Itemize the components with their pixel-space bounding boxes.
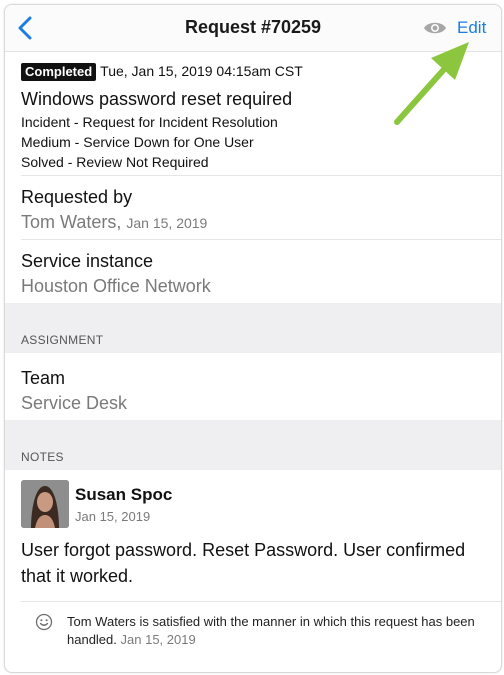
request-title: Windows password reset required: [21, 89, 293, 109]
request-detail-panel: Request #70259 Edit Completed Tue, Jan 15…: [4, 4, 502, 673]
status-line: Completed Tue, Jan 15, 2019 04:15am CST: [21, 63, 501, 83]
assignment-section-header: ASSIGNMENT: [5, 303, 501, 353]
team-label: Team: [21, 368, 66, 388]
notes-section-header: NOTES: [5, 420, 501, 470]
requested-by-label: Requested by: [21, 187, 133, 207]
divider: [21, 601, 501, 602]
requested-by-value[interactable]: Tom Waters, Jan 15, 2019: [21, 212, 207, 233]
nav-bar: Request #70259 Edit: [5, 5, 501, 52]
smiley-icon: [35, 613, 53, 631]
avatar: [21, 480, 69, 528]
edit-button[interactable]: Edit: [457, 18, 486, 38]
divider: [21, 175, 501, 176]
team-value[interactable]: Service Desk: [21, 393, 127, 414]
requester-name: Tom Waters,: [21, 212, 122, 232]
note-author: Susan Spoc: [75, 485, 173, 504]
request-category: Incident - Request for Incident Resoluti…: [21, 114, 278, 130]
request-resolution: Solved - Review Not Required: [21, 154, 209, 170]
requested-date: Jan 15, 2019: [126, 215, 208, 231]
notes-header-label: NOTES: [21, 450, 64, 464]
service-instance-label: Service instance: [21, 251, 154, 271]
service-instance-value[interactable]: Houston Office Network: [21, 276, 211, 297]
avatar-portrait: [21, 480, 69, 528]
eye-icon[interactable]: [423, 20, 447, 36]
request-datetime: Tue, Jan 15, 2019 04:15am CST: [100, 63, 303, 79]
note-body: User forgot password. Reset Password. Us…: [21, 540, 466, 586]
satisfaction-date: Jan 15, 2019: [120, 632, 196, 647]
divider: [21, 239, 501, 240]
satisfaction-message: Tom Waters is satisfied with the manner …: [67, 613, 477, 649]
request-summary: Completed Tue, Jan 15, 2019 04:15am CST W…: [21, 63, 501, 170]
request-priority: Medium - Service Down for One User: [21, 134, 254, 150]
note-date: Jan 15, 2019: [75, 509, 151, 524]
status-badge: Completed: [21, 63, 97, 81]
assignment-header-label: ASSIGNMENT: [21, 333, 104, 347]
